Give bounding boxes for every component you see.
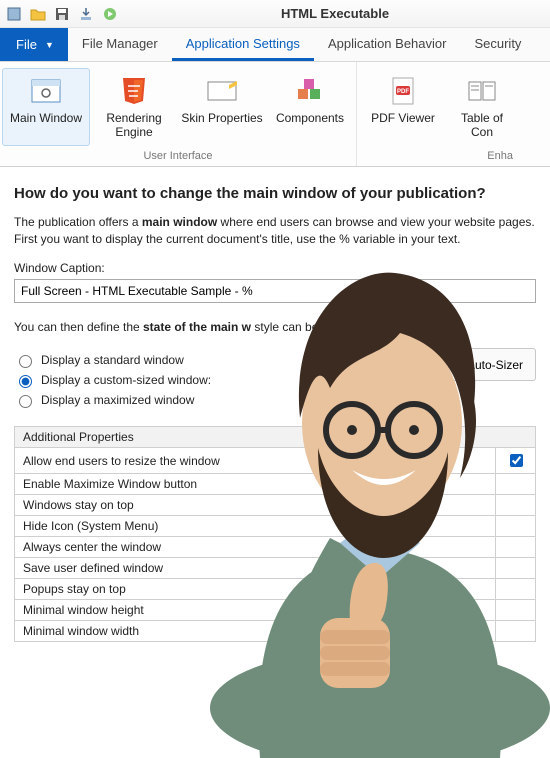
window-state-radios: Display a standard window Display a cust…	[14, 348, 211, 412]
table-row: Hide Icon (System Menu)	[15, 516, 536, 537]
open-icon[interactable]	[30, 6, 46, 22]
pdf-icon: PDF	[387, 75, 419, 107]
prop-label: Minimal window width	[15, 621, 496, 642]
ribbon-table-of-contents[interactable]: Table of Con	[447, 68, 517, 146]
ribbon-rendering-engine[interactable]: HTML Rendering Engine	[90, 68, 178, 146]
intro-text: The publication offers a main window whe…	[14, 214, 536, 249]
prop-label: Hide Icon (System Menu)	[15, 516, 496, 537]
prop-label: Always center the window	[15, 537, 496, 558]
auto-sizer-button[interactable]: Auto-Sizer	[432, 348, 536, 381]
prop-checkbox[interactable]	[510, 454, 523, 467]
download-icon[interactable]	[78, 6, 94, 22]
tab-strip: File ▼ File Manager Application Settings…	[0, 28, 550, 62]
table-row: Popups stay on top	[15, 579, 536, 600]
ribbon-label: Components	[276, 111, 344, 125]
file-label: File	[16, 37, 37, 52]
state-text: You can then define the state of the mai…	[14, 319, 536, 336]
radio-custom-window[interactable]: Display a custom-sized window:	[14, 372, 211, 388]
radio-maximized-window[interactable]: Display a maximized window	[14, 392, 211, 408]
ribbon-label: Main Window	[10, 111, 82, 125]
prop-label: Windows stay on top	[15, 495, 496, 516]
radio-standard-window[interactable]: Display a standard window	[14, 352, 211, 368]
props-header: Additional Properties	[15, 427, 536, 448]
html5-icon: HTML	[118, 75, 150, 107]
quick-access-toolbar: HTML Executable	[0, 0, 550, 28]
svg-text:PDF: PDF	[397, 89, 409, 95]
svg-text:HTML: HTML	[126, 76, 143, 78]
ribbon-label: Skin Properties	[181, 111, 262, 125]
ribbon-label: PDF Viewer	[371, 111, 435, 125]
table-row: Always center the window	[15, 537, 536, 558]
prop-label: Popups stay on top	[15, 579, 496, 600]
toc-icon	[466, 75, 498, 107]
prop-label: Save user defined window	[15, 558, 496, 579]
ribbon-group-enhance: PDF PDF Viewer Table of Con Enha	[357, 62, 519, 166]
table-row: Save user defined window	[15, 558, 536, 579]
app-title: HTML Executable	[126, 6, 544, 21]
tab-application-settings[interactable]: Application Settings	[172, 28, 314, 61]
ribbon-label: Table of Con	[450, 111, 514, 139]
caption-label: Window Caption:	[14, 261, 536, 275]
file-menu-button[interactable]: File ▼	[0, 28, 68, 61]
tab-application-behavior[interactable]: Application Behavior	[314, 28, 461, 61]
ribbon-label: Rendering Engine	[93, 111, 175, 139]
ribbon-pdf-viewer[interactable]: PDF PDF Viewer	[359, 68, 447, 146]
ribbon-group-ui: Main Window HTML Rendering Engine Skin P…	[0, 62, 357, 166]
window-icon	[30, 75, 62, 107]
table-row: Minimal window width	[15, 621, 536, 642]
ribbon-group-label: User Interface	[0, 148, 356, 166]
table-row: Allow end users to resize the window	[15, 448, 536, 474]
additional-properties-table: Additional Properties Allow end users to…	[14, 426, 536, 642]
window-caption-input[interactable]	[14, 279, 536, 303]
tab-file-manager[interactable]: File Manager	[68, 28, 172, 61]
table-row: Enable Maximize Window button	[15, 474, 536, 495]
ribbon-skin-properties[interactable]: Skin Properties	[178, 68, 266, 146]
save-icon[interactable]	[54, 6, 70, 22]
tab-security[interactable]: Security	[460, 28, 535, 61]
content-area: How do you want to change the main windo…	[0, 167, 550, 642]
prop-label: Minimal window height	[15, 600, 496, 621]
new-icon[interactable]	[6, 6, 22, 22]
prop-label: Enable Maximize Window button	[15, 474, 496, 495]
chevron-down-icon: ▼	[45, 40, 54, 50]
auto-sizer-icon	[445, 355, 461, 374]
auto-sizer-label: Auto-Sizer	[467, 358, 523, 372]
skin-icon	[206, 75, 238, 107]
table-row: Minimal window height	[15, 600, 536, 621]
page-title: How do you want to change the main windo…	[14, 185, 536, 202]
components-icon	[294, 75, 326, 107]
ribbon-main-window[interactable]: Main Window	[2, 68, 90, 146]
run-icon[interactable]	[102, 6, 118, 22]
prop-label: Allow end users to resize the window	[15, 448, 496, 474]
ribbon-components[interactable]: Components	[266, 68, 354, 146]
ribbon-group-label: Enha	[357, 148, 519, 166]
ribbon: Main Window HTML Rendering Engine Skin P…	[0, 62, 550, 167]
table-row: Windows stay on top	[15, 495, 536, 516]
